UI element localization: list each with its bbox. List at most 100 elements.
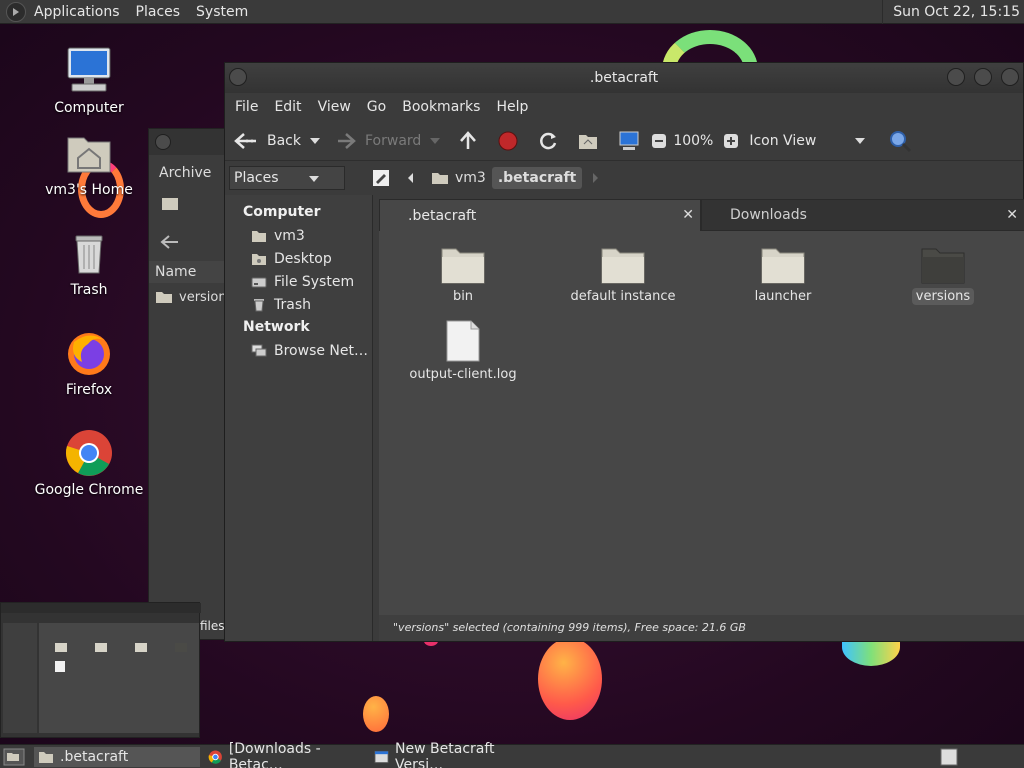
- file-item-output-client-log[interactable]: output-client.log: [383, 319, 543, 382]
- folder-icon: [441, 248, 485, 284]
- reload-icon[interactable]: [537, 130, 559, 152]
- stop-icon[interactable]: [497, 130, 519, 152]
- close-button[interactable]: [1001, 68, 1019, 86]
- maximize-button[interactable]: [974, 68, 992, 86]
- network-icon: [251, 344, 267, 356]
- breadcrumb-vm3[interactable]: vm3: [425, 167, 492, 189]
- workspace-switcher-icon[interactable]: [940, 748, 958, 766]
- file-item-bin[interactable]: bin: [383, 243, 543, 304]
- file-item-default-instance[interactable]: default instance: [543, 243, 703, 304]
- computer-icon[interactable]: [617, 130, 641, 152]
- desktop-icon-trash[interactable]: Trash: [34, 228, 144, 298]
- firefox-icon: [68, 333, 110, 375]
- file-view[interactable]: bin default instance launcher versions o…: [379, 231, 1024, 615]
- show-desktop-icon[interactable]: [3, 748, 25, 766]
- home-folder-icon[interactable]: [577, 130, 599, 152]
- sidebar-item-label: File System: [274, 273, 355, 290]
- window-menu-button[interactable]: [229, 68, 247, 86]
- breadcrumb-left-icon[interactable]: [405, 171, 417, 185]
- folder-icon: [601, 248, 645, 284]
- up-arrow-icon[interactable]: [457, 130, 479, 152]
- archive-close-button[interactable]: [155, 134, 171, 150]
- file-label: default instance: [570, 289, 676, 304]
- archive-tool-icon[interactable]: [159, 193, 181, 215]
- back-button[interactable]: Back: [233, 131, 301, 151]
- places-combo-label: Places: [234, 170, 279, 186]
- edit-location-icon[interactable]: [371, 168, 391, 188]
- chevron-down-icon: [855, 137, 866, 144]
- taskbar-item-downloads[interactable]: [Downloads - Betac…: [204, 741, 368, 768]
- archive-status: files: [200, 619, 225, 633]
- breadcrumb-right-icon[interactable]: [590, 171, 602, 185]
- taskbar-label: .betacraft: [60, 749, 129, 765]
- menubar: File Edit View Go Bookmarks Help: [225, 93, 1023, 121]
- zoom-out-icon[interactable]: [651, 133, 667, 149]
- sidebar-header-computer: Computer: [243, 204, 321, 220]
- menu-logo-icon[interactable]: [6, 1, 26, 22]
- folder-icon: [39, 752, 53, 763]
- file-manager-window[interactable]: .betacraft File Edit View Go Bookmarks H…: [224, 62, 1024, 642]
- back-arrow-icon: [234, 132, 256, 149]
- menu-places[interactable]: Places: [128, 4, 189, 20]
- bottom-panel: .betacraft [Downloads - Betac… New Betac…: [0, 741, 1024, 768]
- toolbar: Back Forward 100% Icon View: [225, 121, 1023, 161]
- sidebar-item-browse-network[interactable]: Browse Net…: [225, 339, 372, 362]
- forward-button[interactable]: Forward: [335, 131, 421, 151]
- sidebar-item-label: Trash: [274, 296, 311, 313]
- clock[interactable]: Sun Oct 22, 15:15: [882, 0, 1024, 24]
- window-preview-thumbnail[interactable]: [0, 602, 201, 738]
- menu-system[interactable]: System: [188, 4, 256, 20]
- home-icon: [432, 173, 448, 184]
- tab-label: .betacraft: [408, 207, 477, 224]
- folder-icon: [761, 248, 805, 284]
- close-tab-icon[interactable]: ✕: [1006, 207, 1018, 223]
- taskbar-label: [Downloads - Betac…: [228, 741, 321, 768]
- forward-history-dropdown-icon[interactable]: [429, 136, 441, 146]
- chrome-icon: [208, 750, 222, 764]
- sidebar-item-file-system[interactable]: File System: [225, 270, 372, 293]
- view-mode-select[interactable]: Icon View: [749, 133, 874, 149]
- desktop-icon-computer[interactable]: Computer: [34, 46, 144, 116]
- file-label: launcher: [754, 289, 812, 304]
- window-title: .betacraft: [589, 70, 659, 86]
- sidebar-item-label: Browse Net…: [274, 342, 369, 359]
- zoom-in-icon[interactable]: [723, 133, 739, 149]
- menu-applications[interactable]: Applications: [26, 4, 128, 20]
- taskbar-item-betacraft[interactable]: .betacraft: [34, 747, 200, 767]
- desktop-icon: [252, 253, 266, 265]
- folder-selected-icon: [921, 248, 965, 284]
- breadcrumb-label: .betacraft: [497, 170, 577, 186]
- sidebar-item-vm3[interactable]: vm3: [225, 224, 372, 247]
- wallpaper-bubble: [363, 696, 389, 732]
- menu-help[interactable]: Help: [488, 99, 536, 115]
- breadcrumb-betacraft[interactable]: .betacraft: [491, 167, 583, 189]
- sidebar-item-desktop[interactable]: Desktop: [225, 247, 372, 270]
- archive-item-label: version: [179, 289, 227, 305]
- search-icon[interactable]: [888, 129, 912, 153]
- file-item-launcher[interactable]: launcher: [703, 243, 863, 304]
- menu-file[interactable]: File: [227, 99, 266, 115]
- sidebar-item-label: vm3: [274, 227, 305, 244]
- menu-view[interactable]: View: [310, 99, 359, 115]
- trash-icon: [75, 235, 103, 274]
- tab-betacraft[interactable]: .betacraft ✕: [379, 199, 701, 231]
- sidebar-item-trash[interactable]: Trash: [225, 293, 372, 316]
- places-combo[interactable]: Places: [229, 166, 345, 190]
- window-titlebar[interactable]: .betacraft: [225, 63, 1023, 93]
- tab-downloads[interactable]: Downloads ✕: [701, 199, 1024, 231]
- menu-bookmarks[interactable]: Bookmarks: [394, 99, 488, 115]
- minimize-button[interactable]: [947, 68, 965, 86]
- desktop-icon-firefox[interactable]: Firefox: [34, 328, 144, 398]
- close-tab-icon[interactable]: ✕: [682, 207, 694, 223]
- menu-go[interactable]: Go: [359, 99, 394, 115]
- back-history-dropdown-icon[interactable]: [309, 136, 321, 146]
- taskbar-item-betacraft-launcher[interactable]: New Betacraft Versi…: [370, 741, 538, 768]
- desktop-icon-chrome[interactable]: Google Chrome: [34, 428, 144, 498]
- file-item-versions[interactable]: versions: [863, 243, 1023, 305]
- home-icon: [252, 230, 266, 242]
- chevron-down-icon: [309, 176, 319, 182]
- desktop-icon-home[interactable]: vm3's Home: [34, 128, 144, 198]
- menu-edit[interactable]: Edit: [266, 99, 309, 115]
- archive-back-icon[interactable]: [159, 233, 181, 251]
- back-label: Back: [267, 132, 301, 149]
